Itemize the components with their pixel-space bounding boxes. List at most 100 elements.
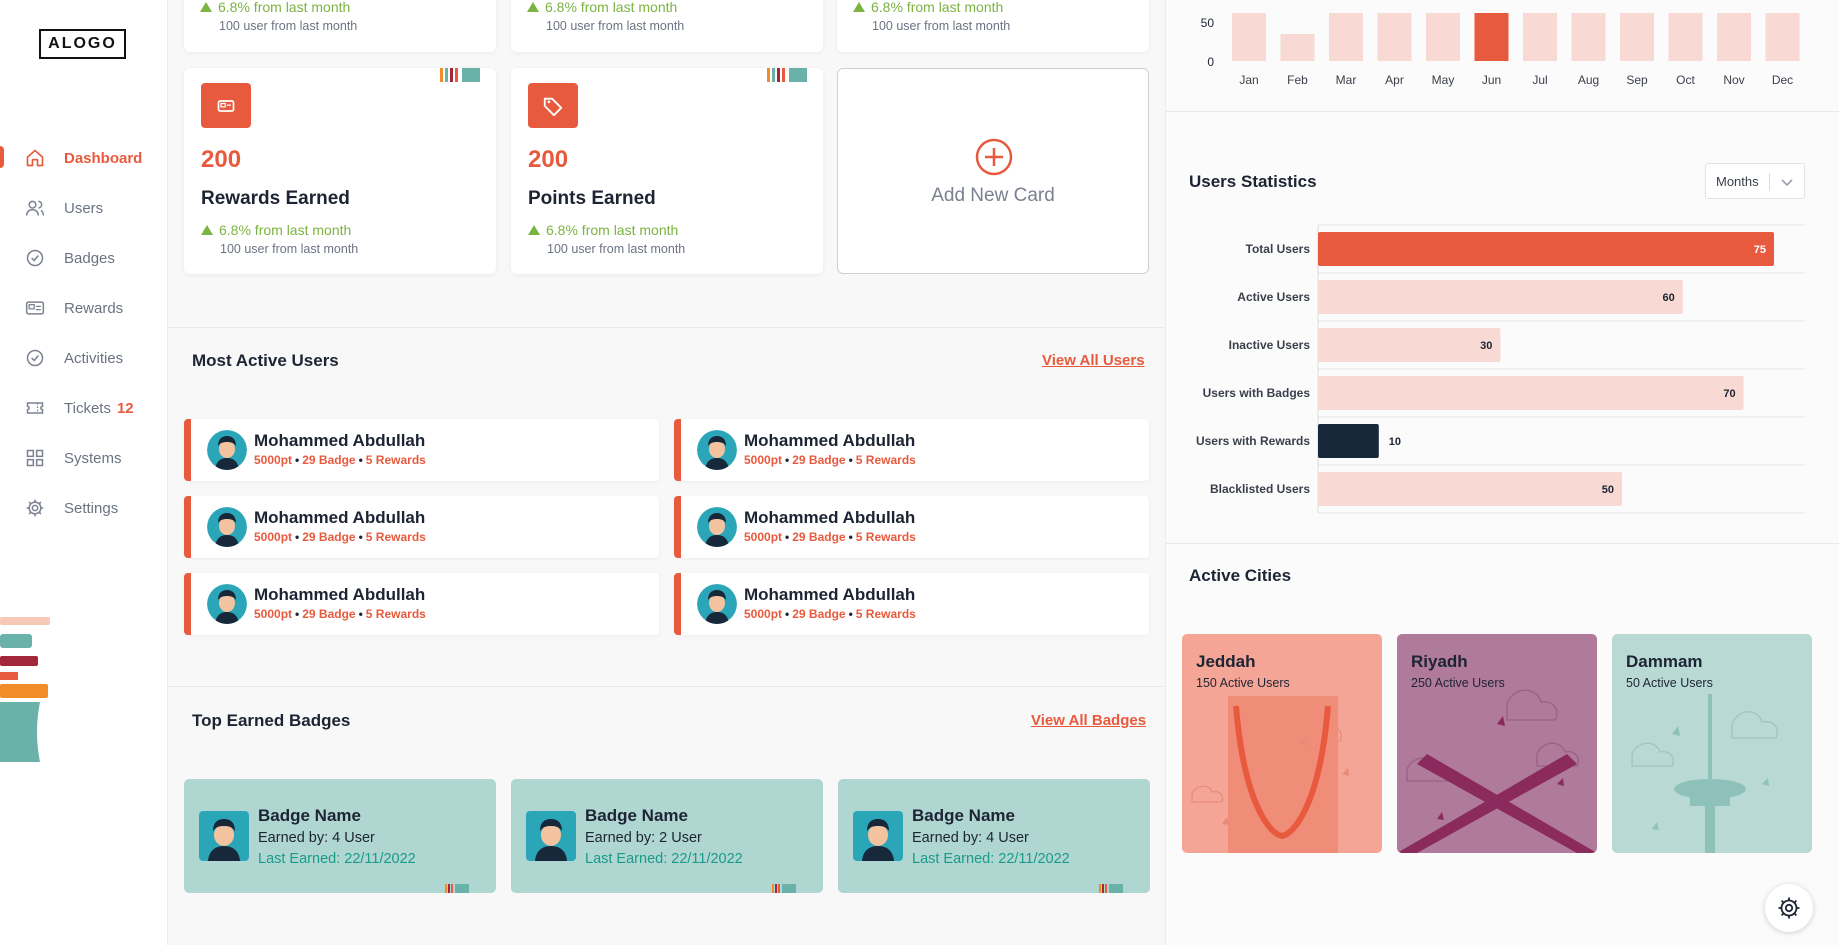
city-card-riyadh[interactable]: Riyadh 250 Active Users xyxy=(1397,634,1597,853)
bar-aug[interactable] xyxy=(1571,13,1606,61)
active-indicator xyxy=(0,146,4,168)
city-users: 150 Active Users xyxy=(1196,676,1290,690)
sidebar: ALOGO Dashboard Users Badges Rewards Act… xyxy=(0,0,168,945)
user-name: Mohammed Abdullah xyxy=(744,585,916,604)
sidebar-item-label: Systems xyxy=(64,449,122,467)
add-new-card-button[interactable]: Add New Card xyxy=(837,68,1149,274)
badge-earned-by: Earned by: 4 User xyxy=(912,830,1029,846)
bar-sep[interactable] xyxy=(1620,13,1654,61)
grid-icon xyxy=(26,449,44,467)
badge-stripe-decoration xyxy=(445,884,469,893)
bar-jan[interactable] xyxy=(1232,13,1266,61)
badge-last-earned: Last Earned: 22/11/2022 xyxy=(585,851,743,867)
category-label: Total Users xyxy=(1246,242,1311,256)
badge-image xyxy=(853,811,903,861)
city-card-dammam[interactable]: Dammam 50 Active Users xyxy=(1612,634,1812,853)
category-label: Inactive Users xyxy=(1229,338,1311,352)
trend-up-icon xyxy=(201,225,213,235)
active-cities-title: Active Cities xyxy=(1189,566,1292,585)
badge-card[interactable]: Badge Name Earned by: 4 User Last Earned: … xyxy=(184,779,496,893)
x-tick-label: Oct xyxy=(1676,73,1695,87)
plus-circle-icon xyxy=(975,138,1013,176)
user-list-item[interactable]: Mohammed Abdullah 5000pt • 29 Badge • 5 Rewar… xyxy=(674,573,1149,635)
data-label: 75 xyxy=(1754,244,1766,256)
city-name: Riyadh xyxy=(1411,652,1468,671)
bar-users-with-badges[interactable] xyxy=(1318,376,1744,410)
bar-jun[interactable] xyxy=(1474,13,1509,61)
rewards-earned-card[interactable]: 200 Rewards Earned 6.8% from last month … xyxy=(184,68,496,274)
most-active-users-title: Most Active Users xyxy=(192,351,339,370)
stat-card: 6.8% from last month 100 user from last … xyxy=(184,0,496,52)
trend-up-icon xyxy=(200,2,212,12)
users-statistics-chart: Total Users 75 Active Users 60 Inactive User… xyxy=(1196,224,1805,514)
x-tick-label: Dec xyxy=(1772,73,1793,87)
sidebar-item-systems[interactable]: Systems xyxy=(0,443,168,473)
sidebar-item-tickets[interactable]: Tickets 12 xyxy=(0,393,168,423)
city-card-jeddah[interactable]: Jeddah 150 Active Users xyxy=(1182,634,1382,853)
user-list-item[interactable]: Mohammed Abdullah 5000pt • 29 Badge • 5 Rewar… xyxy=(184,419,659,481)
y-tick-label: 50 xyxy=(1201,16,1215,30)
user-list-item[interactable]: Mohammed Abdullah 5000pt • 29 Badge • 5 Rewar… xyxy=(674,496,1149,558)
x-tick-label: Mar xyxy=(1336,73,1357,87)
stat-value: 200 xyxy=(528,146,569,173)
bar-may[interactable] xyxy=(1426,13,1460,61)
section-divider xyxy=(1166,543,1839,544)
user-meta: 5000pt • 29 Badge • 5 Rewards xyxy=(254,530,426,544)
view-all-badges-link[interactable]: View All Badges xyxy=(1031,712,1146,729)
add-new-card-label: Add New Card xyxy=(931,185,1055,206)
bar-oct[interactable] xyxy=(1668,13,1703,61)
user-name: Mohammed Abdullah xyxy=(744,431,916,450)
sidebar-item-dashboard[interactable]: Dashboard xyxy=(0,143,168,173)
chevron-down-icon xyxy=(1781,179,1793,187)
avatar xyxy=(207,430,247,470)
bar-blacklisted-users[interactable] xyxy=(1318,472,1622,506)
x-tick-label: May xyxy=(1432,73,1455,87)
avatar xyxy=(697,584,737,624)
view-all-users-link[interactable]: View All Users xyxy=(1042,352,1145,369)
data-label: 30 xyxy=(1480,340,1492,352)
user-list-item[interactable]: Mohammed Abdullah 5000pt • 29 Badge • 5 Rewar… xyxy=(674,419,1149,481)
points-earned-card[interactable]: 200 Points Earned 6.8% from last month 1… xyxy=(511,68,823,274)
bar-mar[interactable] xyxy=(1329,13,1363,61)
dropdown-value: Months xyxy=(1716,173,1759,189)
sidebar-item-rewards[interactable]: Rewards xyxy=(0,293,168,323)
user-list-item[interactable]: Mohammed Abdullah 5000pt • 29 Badge • 5 Rewar… xyxy=(184,573,659,635)
category-label: Users with Badges xyxy=(1203,386,1311,400)
badge-card[interactable]: Badge Name Earned by: 2 User Last Earned: … xyxy=(511,779,823,893)
stat-title: Points Earned xyxy=(528,188,656,209)
sidebar-item-users[interactable]: Users xyxy=(0,193,168,223)
bar-active-users[interactable] xyxy=(1318,280,1683,314)
sidebar-item-badges[interactable]: Badges xyxy=(0,243,168,273)
trend-text: 6.8% from last month xyxy=(201,222,351,238)
app-logo[interactable]: ALOGO xyxy=(39,29,126,59)
sidebar-item-label: Rewards xyxy=(64,299,124,317)
bar-dec[interactable] xyxy=(1765,13,1800,61)
category-label: Active Users xyxy=(1237,290,1310,304)
bar-inactive-users[interactable] xyxy=(1318,328,1501,362)
sidebar-item-settings[interactable]: Settings xyxy=(0,493,168,523)
period-dropdown[interactable]: Months xyxy=(1705,163,1805,199)
bar-total-users[interactable] xyxy=(1318,232,1774,266)
user-list-item[interactable]: Mohammed Abdullah 5000pt • 29 Badge • 5 Rewar… xyxy=(184,496,659,558)
x-tick-label: Jul xyxy=(1532,73,1547,87)
bar-users-with-rewards[interactable] xyxy=(1318,424,1379,458)
section-divider xyxy=(168,686,1165,687)
data-label: 70 xyxy=(1723,388,1735,400)
user-name: Mohammed Abdullah xyxy=(254,431,426,450)
users-statistics-title: Users Statistics xyxy=(1189,172,1317,191)
card-stripe-decoration xyxy=(440,68,480,82)
badge-last-earned: Last Earned: 22/11/2022 xyxy=(258,851,416,867)
sidebar-item-label: Tickets 12 xyxy=(64,399,134,417)
trend-subtext: 100 user from last month xyxy=(219,19,358,33)
trend-up-icon xyxy=(527,2,539,12)
badge-card[interactable]: Badge Name Earned by: 4 User Last Earned: … xyxy=(838,779,1150,893)
bar-feb[interactable] xyxy=(1280,34,1315,61)
sidebar-item-activities[interactable]: Activities xyxy=(0,343,168,373)
bar-apr[interactable] xyxy=(1377,13,1412,61)
category-label: Blacklisted Users xyxy=(1210,482,1310,496)
settings-float-button[interactable] xyxy=(1765,884,1813,932)
bar-nov[interactable] xyxy=(1717,13,1751,61)
bar-jul[interactable] xyxy=(1523,13,1557,61)
badge-check-icon xyxy=(26,249,44,267)
x-tick-label: Apr xyxy=(1385,73,1404,87)
